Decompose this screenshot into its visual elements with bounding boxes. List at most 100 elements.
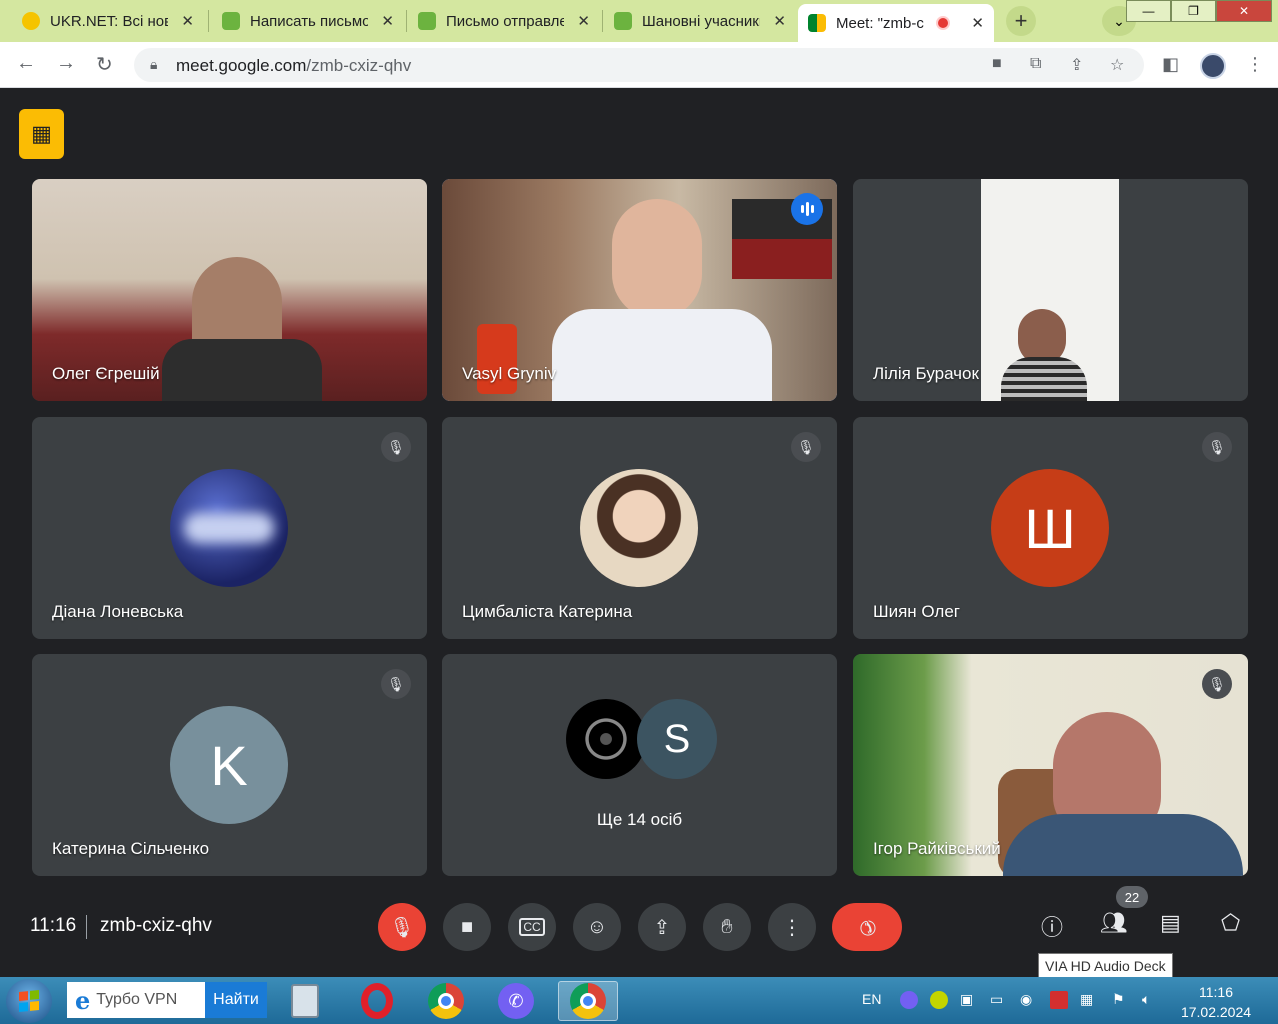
hand-icon: ✋︎ — [721, 915, 733, 938]
meeting-time: 11:16 — [30, 915, 77, 936]
calculator-icon — [291, 984, 319, 1018]
participant-tile[interactable]: 🎙︎ Цимбаліста Катерина — [442, 417, 837, 639]
tab-dear-participants[interactable]: Шановні учасники ✕ — [604, 2, 796, 40]
camera-icon[interactable]: ■ — [992, 55, 1002, 73]
window-controls: — ❐ ✕ — [1126, 0, 1272, 22]
mic-toggle-button[interactable]: 🎙︎ — [378, 903, 426, 951]
viber-tray-icon[interactable] — [900, 991, 918, 1009]
clock-time: 11:16 — [1199, 984, 1233, 1000]
mic-off-icon: 🎙︎ — [791, 432, 821, 462]
captions-icon: CC — [519, 918, 545, 936]
start-button[interactable] — [6, 979, 52, 1023]
avatar-letter: Ш — [1024, 496, 1076, 560]
language-indicator[interactable]: EN — [862, 991, 881, 1007]
share-icon[interactable]: ⇪ — [1070, 55, 1083, 75]
avatar[interactable] — [1200, 53, 1226, 79]
tab-divider — [602, 10, 603, 32]
close-window-button[interactable]: ✕ — [1216, 0, 1272, 22]
more-participants-label: Ще 14 осіб — [596, 810, 683, 829]
address-bar[interactable]: 🔒︎ meet.google.com/zmb-cxiz-qhv ■ ⧉ ⇪ ☆ — [134, 48, 1144, 82]
participant-tile[interactable]: 🎙︎ Ш Шиян Олег — [853, 417, 1248, 639]
participant-tile[interactable]: Vasyl Gryniv — [442, 179, 837, 401]
leave-call-button[interactable]: ✆ — [832, 903, 902, 951]
tab-ukrnet[interactable]: UKR.NET: Всі нові ✕ — [12, 2, 204, 40]
camera-toggle-button[interactable]: ■ — [443, 903, 491, 951]
close-icon[interactable]: ✕ — [381, 12, 394, 30]
maximize-button[interactable]: ❐ — [1171, 0, 1216, 22]
monitor-tray-icon[interactable]: ▭ — [990, 991, 1003, 1008]
participant-tile[interactable]: Олег Єгрешій — [32, 179, 427, 401]
tab-strip: UKR.NET: Всі нові ✕ Написать письмо ✕ Пи… — [0, 0, 1278, 42]
participant-tile[interactable]: 🎙︎ K Катерина Сільченко — [32, 654, 427, 876]
network-tray-icon[interactable]: ▣ — [960, 991, 973, 1008]
lock-icon[interactable]: 🔒︎ — [150, 56, 157, 73]
volume-icon[interactable]: 🔈︎ — [1142, 991, 1150, 1008]
chrome-icon — [428, 983, 464, 1019]
flag-tray-icon[interactable]: ⚑ — [1112, 991, 1125, 1008]
chat-icon[interactable]: ▤ — [1160, 910, 1181, 936]
activities-icon[interactable]: ⬠ — [1221, 910, 1240, 936]
participant-tile[interactable]: 🎙︎ Діана Лоневська — [32, 417, 427, 639]
browser-toolbar: ← → ↻ 🔒︎ meet.google.com/zmb-cxiz-qhv ■ … — [0, 42, 1278, 88]
participant-tile[interactable]: 🎙︎ Ігор Райківський — [853, 654, 1248, 876]
chrome-app[interactable] — [419, 981, 473, 1021]
no-video-badge-icon[interactable]: ▦ — [19, 109, 64, 159]
mail-icon — [418, 12, 436, 30]
participant-name: Шиян Олег — [873, 602, 961, 621]
ie-icon: e — [75, 985, 91, 1015]
recording-icon — [936, 16, 950, 30]
tab-meet[interactable]: Meet: "zmb-c ✕ — [798, 4, 994, 42]
mic-off-icon: 🎙︎ — [1202, 432, 1232, 462]
participant-tile[interactable]: S Ще 14 осіб — [442, 654, 837, 876]
search-button[interactable]: Найти — [205, 982, 267, 1018]
participant-name: Олег Єгрешій — [52, 364, 160, 383]
minimize-button[interactable]: — — [1126, 0, 1171, 22]
bookmark-star-icon[interactable]: ☆ — [1110, 55, 1124, 75]
search-input[interactable]: e Турбо VPN — [67, 982, 205, 1018]
back-icon[interactable]: ← — [16, 52, 36, 75]
close-icon[interactable]: ✕ — [773, 12, 786, 30]
avatar — [580, 469, 698, 587]
participant-name: Діана Лоневська — [52, 602, 184, 621]
avatar-letter: K — [210, 733, 248, 797]
viber-app[interactable]: ✆ — [489, 981, 543, 1021]
meeting-code: zmb-cxiz-qhv — [100, 915, 212, 936]
calculator-app[interactable] — [278, 981, 332, 1021]
raise-hand-button[interactable]: ✋︎ — [703, 903, 751, 951]
shield-tray-icon[interactable] — [1050, 991, 1068, 1009]
vpn-tray-icon[interactable] — [930, 991, 948, 1009]
meet-icon — [808, 14, 826, 32]
windows-logo-icon — [19, 989, 39, 1013]
present-button[interactable]: ⇪ — [638, 903, 686, 951]
system-clock[interactable]: 11:16 17.02.2024 — [1180, 982, 1252, 1022]
person-figure — [552, 309, 772, 401]
captions-button[interactable]: CC — [508, 903, 556, 951]
participant-tile[interactable]: Лілія Бурачок — [853, 179, 1248, 401]
tab-write-mail[interactable]: Написать письмо ✕ — [212, 2, 404, 40]
close-icon[interactable]: ✕ — [971, 14, 984, 32]
avatar: Ш — [991, 469, 1109, 587]
mic-off-icon: 🎙︎ — [1202, 669, 1232, 699]
tab-mail-sent[interactable]: Письмо отправлено ✕ — [408, 2, 600, 40]
info-icon[interactable]: ⓘ — [1041, 910, 1063, 942]
translate-icon[interactable]: ⧉ — [1030, 55, 1041, 73]
display-tray-icon[interactable]: ▦ — [1080, 991, 1093, 1008]
reactions-button[interactable]: ☺ — [573, 903, 621, 951]
menu-icon[interactable]: ⋮ — [1246, 54, 1264, 75]
close-icon[interactable]: ✕ — [577, 12, 590, 30]
mic-off-icon: 🎙︎ — [381, 669, 411, 699]
avatar: S — [637, 699, 717, 779]
url-path: /zmb-cxiz-qhv — [306, 56, 412, 75]
more-options-button[interactable]: ⋮ — [768, 903, 816, 951]
reload-icon[interactable]: ↻ — [96, 52, 113, 77]
opera-app[interactable] — [350, 981, 404, 1021]
close-icon[interactable]: ✕ — [181, 12, 194, 30]
emoji-icon: ☺ — [586, 915, 608, 938]
sync-tray-icon[interactable]: ◉ — [1020, 991, 1032, 1008]
new-tab-button[interactable]: + — [1006, 6, 1036, 36]
people-icon[interactable]: 👥︎ — [1100, 910, 1128, 936]
forward-icon[interactable]: → — [56, 52, 76, 75]
speaking-indicator-icon — [791, 193, 823, 225]
side-panel-icon[interactable]: ◧ — [1162, 54, 1179, 75]
chrome-app-active[interactable] — [558, 981, 618, 1021]
